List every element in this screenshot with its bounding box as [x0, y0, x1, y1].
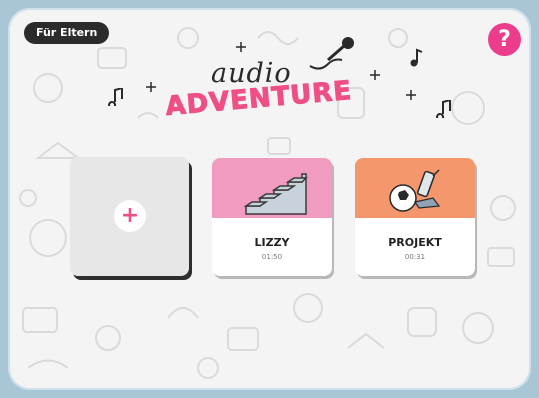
sparkle-icon [370, 70, 380, 80]
music-note-icon [436, 100, 451, 118]
card-thumbnail [212, 158, 332, 218]
soccer-glue-icon [389, 169, 441, 212]
story-card-lizzy[interactable]: LIZZY 01:50 [212, 158, 332, 276]
help-button[interactable]: ? [488, 23, 521, 56]
card-title: LIZZY [254, 236, 290, 249]
card-duration: 00:31 [404, 253, 426, 261]
music-note-icon [410, 48, 423, 67]
sparkle-icon [146, 82, 156, 92]
card-thumbnail [355, 158, 475, 218]
parents-button[interactable]: Für Eltern [24, 22, 110, 44]
sparkle-icon [406, 90, 416, 100]
card-title: PROJEKT [388, 236, 442, 249]
sparkle-icon [236, 42, 246, 52]
story-card-projekt[interactable]: PROJEKT 00:31 [355, 158, 475, 276]
card-duration: 01:50 [261, 253, 283, 261]
add-story-button[interactable]: + [70, 157, 189, 276]
stairs-icon [243, 173, 308, 215]
music-note-icon [108, 88, 123, 106]
plus-icon: + [114, 200, 146, 232]
app-screen: Für Eltern ? audio ADVENTURE + LIZZY 01:… [8, 8, 531, 390]
microphone-icon [309, 37, 354, 70]
